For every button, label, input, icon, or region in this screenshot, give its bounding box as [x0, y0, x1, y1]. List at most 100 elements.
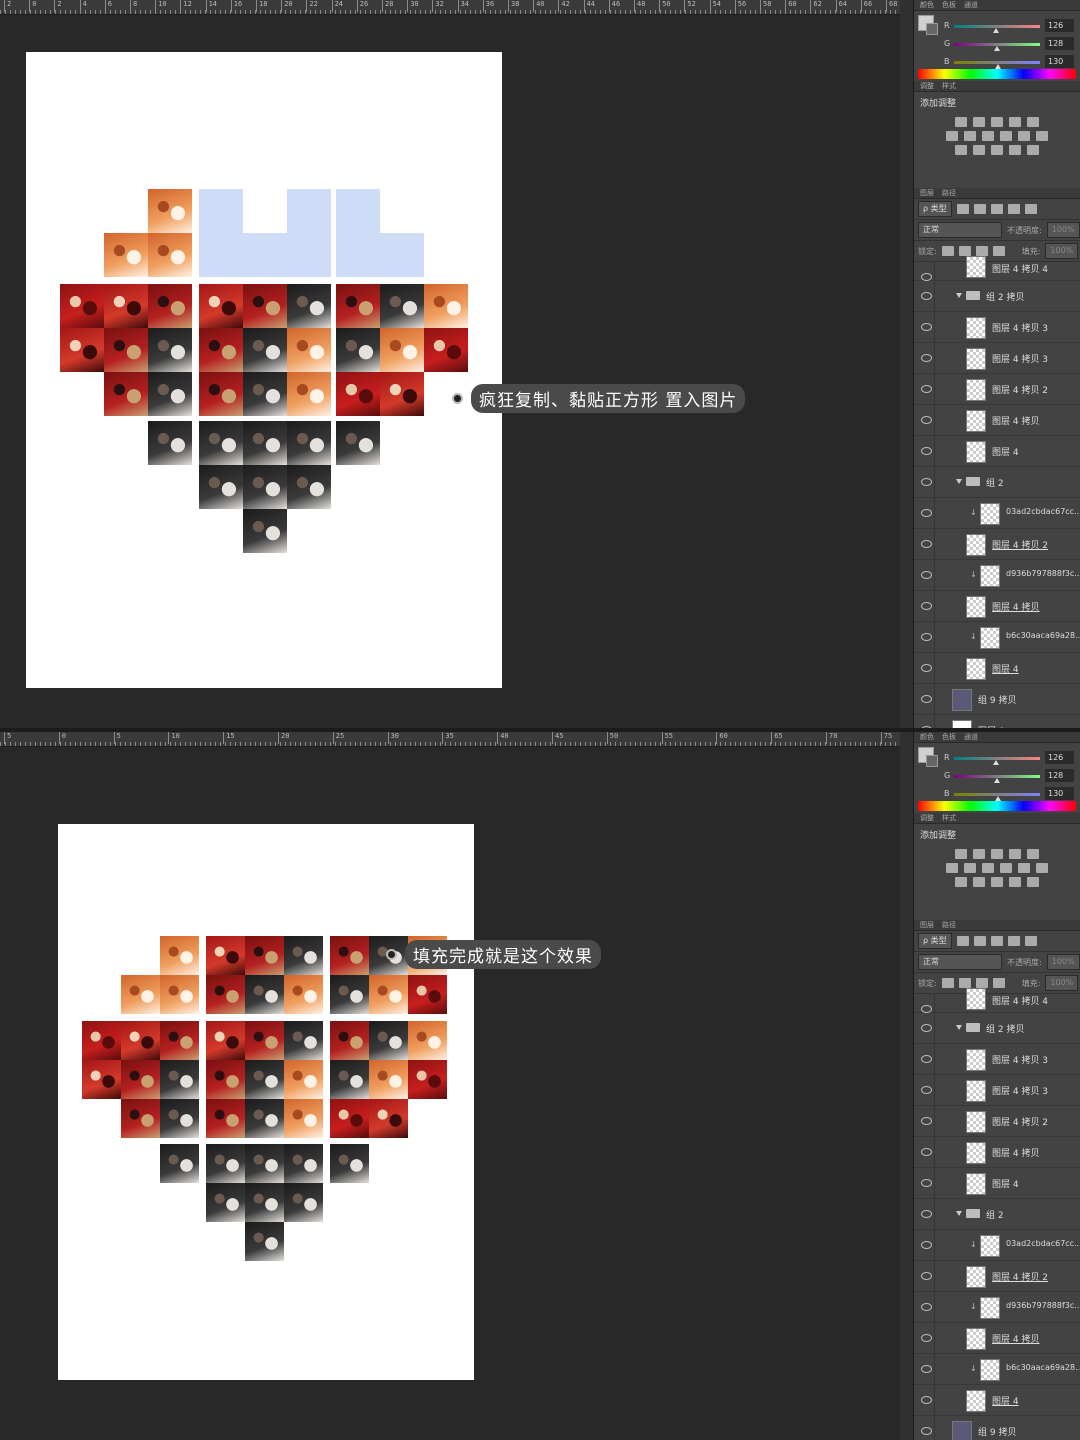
layer-row[interactable]: 组 9 拷贝	[914, 684, 1080, 715]
adjustment-icon[interactable]	[1009, 877, 1021, 887]
panel-tab[interactable]: 颜色	[920, 0, 934, 10]
panel-tab[interactable]: 调整	[920, 81, 934, 91]
visibility-eye-icon[interactable]	[921, 1055, 932, 1063]
lock-icon[interactable]	[958, 246, 971, 256]
adjustment-icon[interactable]	[955, 145, 967, 155]
visibility-eye-icon[interactable]	[921, 292, 932, 300]
layer-kind-select[interactable]: ρ 类型	[918, 933, 952, 949]
disclosure-triangle-icon[interactable]	[956, 1025, 962, 1030]
layer-row[interactable]: 图层 0	[914, 715, 1080, 728]
layer-row[interactable]: 图层 4 拷贝	[914, 405, 1080, 436]
slider-value-input[interactable]: 126	[1045, 751, 1074, 764]
panel-tab[interactable]: 通道	[964, 0, 978, 10]
disclosure-triangle-icon[interactable]	[956, 293, 962, 298]
lock-icon[interactable]	[941, 246, 954, 256]
layer-row[interactable]: 图层 4 拷贝 3	[914, 312, 1080, 343]
layer-filter-icon[interactable]	[1024, 204, 1037, 214]
panel-tab[interactable]: 通道	[964, 732, 978, 742]
layer-row[interactable]: 图层 4 拷贝	[914, 591, 1080, 622]
layer-row[interactable]: 组 9 拷贝	[914, 1416, 1080, 1440]
adjustment-icon[interactable]	[1009, 849, 1021, 859]
adjustment-icon[interactable]	[964, 863, 976, 873]
layer-filter-icon[interactable]	[1007, 936, 1020, 946]
layer-row[interactable]: 图层 4 拷贝 2	[914, 374, 1080, 405]
adjustment-icon[interactable]	[946, 131, 958, 141]
panel-tab[interactable]: 色板	[942, 0, 956, 10]
adjustment-icon[interactable]	[1000, 131, 1012, 141]
disclosure-triangle-icon[interactable]	[956, 1211, 962, 1216]
visibility-eye-icon[interactable]	[921, 1427, 932, 1435]
slider-g[interactable]: G 128	[944, 37, 1076, 51]
adjustment-icon[interactable]	[973, 117, 985, 127]
adjustment-icon[interactable]	[1036, 863, 1048, 873]
adjustment-icon[interactable]	[991, 849, 1003, 859]
color-spectrum-bar[interactable]	[918, 69, 1076, 79]
slider-value-input[interactable]: 130	[1045, 787, 1074, 800]
blend-mode-select[interactable]: 正常	[918, 954, 1002, 970]
visibility-eye-icon[interactable]	[921, 540, 932, 548]
slider-b[interactable]: B 130	[944, 787, 1076, 801]
adjustment-icon[interactable]	[982, 131, 994, 141]
visibility-eye-icon[interactable]	[921, 1241, 932, 1249]
slider-knob[interactable]	[994, 778, 1000, 783]
visibility-eye-icon[interactable]	[921, 478, 932, 486]
panel-tab[interactable]: 样式	[942, 813, 956, 823]
visibility-eye-icon[interactable]	[921, 447, 932, 455]
visibility-eye-icon[interactable]	[921, 1272, 932, 1280]
visibility-eye-icon[interactable]	[921, 354, 932, 362]
layer-row[interactable]: 图层 4 拷贝 3	[914, 343, 1080, 374]
opacity-input[interactable]: 100%	[1046, 222, 1080, 238]
layer-filter-icon[interactable]	[990, 936, 1003, 946]
visibility-eye-icon[interactable]	[921, 571, 932, 579]
visibility-eye-icon[interactable]	[921, 1365, 932, 1373]
layer-row[interactable]: ↓ d936b797888f3c...	[914, 560, 1080, 591]
slider-value-input[interactable]: 128	[1045, 37, 1074, 50]
lock-icon[interactable]	[992, 978, 1005, 988]
visibility-eye-icon[interactable]	[921, 1117, 932, 1125]
slider-value-input[interactable]: 126	[1045, 19, 1074, 32]
visibility-eye-icon[interactable]	[921, 664, 932, 672]
layer-row[interactable]: ↓ 03ad2cbdac67cc...	[914, 498, 1080, 529]
lock-icon[interactable]	[992, 246, 1005, 256]
adjustment-icon[interactable]	[964, 131, 976, 141]
panel-tab[interactable]: 调整	[920, 813, 934, 823]
document-canvas[interactable]	[26, 52, 502, 688]
adjustment-icon[interactable]	[973, 145, 985, 155]
visibility-eye-icon[interactable]	[921, 1334, 932, 1342]
layer-row[interactable]: 组 2	[914, 467, 1080, 498]
panel-collapse-strip[interactable]	[900, 0, 914, 728]
panel-tab[interactable]: 色板	[942, 732, 956, 742]
layer-row[interactable]: ↓ b6c30aaca69a28...	[914, 622, 1080, 653]
slider-knob[interactable]	[994, 46, 1000, 51]
visibility-eye-icon[interactable]	[921, 1148, 932, 1156]
opacity-input[interactable]: 100%	[1046, 954, 1080, 970]
adjustment-icon[interactable]	[1009, 145, 1021, 155]
background-swatch[interactable]	[926, 23, 938, 35]
layer-row[interactable]: 图层 4 拷贝	[914, 1323, 1080, 1354]
background-swatch[interactable]	[926, 755, 938, 767]
lock-icon[interactable]	[941, 978, 954, 988]
layer-filter-icon[interactable]	[956, 204, 969, 214]
slider-knob[interactable]	[993, 28, 1000, 33]
adjustment-icon[interactable]	[1036, 131, 1048, 141]
visibility-eye-icon[interactable]	[921, 385, 932, 393]
slider-g[interactable]: G 128	[944, 769, 1076, 783]
slider-knob[interactable]	[993, 760, 1000, 765]
adjustment-icon[interactable]	[1027, 849, 1039, 859]
slider-r[interactable]: R 126	[944, 19, 1076, 33]
adjustment-icon[interactable]	[973, 877, 985, 887]
layer-filter-icon[interactable]	[1024, 936, 1037, 946]
adjustment-icon[interactable]	[991, 877, 1003, 887]
visibility-eye-icon[interactable]	[921, 1005, 932, 1013]
visibility-eye-icon[interactable]	[921, 1024, 932, 1032]
panel-tab[interactable]: 图层	[920, 920, 934, 930]
adjustment-icon[interactable]	[955, 877, 967, 887]
slider-r[interactable]: R 126	[944, 751, 1076, 765]
layer-filter-icon[interactable]	[956, 936, 969, 946]
layer-row[interactable]: 组 2 拷贝	[914, 1013, 1080, 1044]
adjustment-icon[interactable]	[982, 863, 994, 873]
visibility-eye-icon[interactable]	[921, 323, 932, 331]
visibility-eye-icon[interactable]	[921, 509, 932, 517]
adjustment-icon[interactable]	[991, 117, 1003, 127]
adjustment-icon[interactable]	[1027, 877, 1039, 887]
